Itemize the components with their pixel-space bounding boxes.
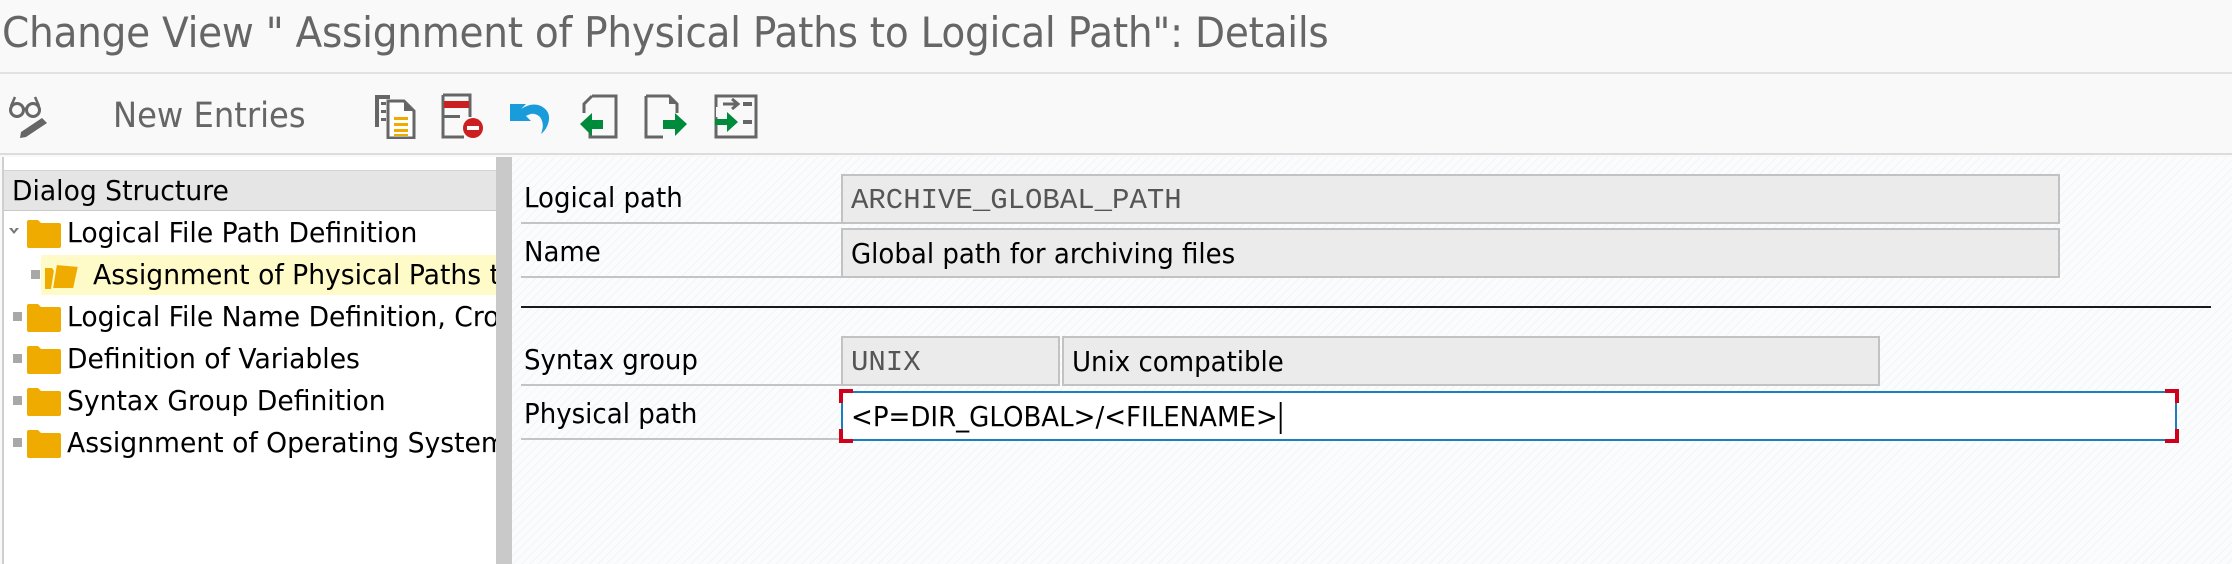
leaf-node-icon (13, 312, 22, 321)
title-bar: Change View " Assignment of Physical Pat… (0, 0, 2232, 74)
logical-path-label: Logical path (524, 181, 683, 214)
physical-path-value: <P=DIR_GLOBAL>/<FILENAME> (851, 400, 1278, 433)
next-entry-icon (644, 94, 687, 138)
syntax-group-description-field: Unix compatible (1062, 336, 1880, 386)
tree-item-label: Logical File Path Definition (67, 216, 418, 249)
chevron-down-icon[interactable] (8, 226, 20, 236)
tree-item-label: Syntax Group Definition (67, 384, 386, 417)
leaf-node-icon (13, 396, 22, 405)
new-entries-button[interactable]: New Entries (113, 76, 318, 155)
syntax-group-label: Syntax group (524, 343, 698, 376)
copy-document-icon (375, 94, 416, 139)
leaf-node-icon (31, 270, 40, 279)
tree-item-label: Assignment of Operating System to Syntax… (67, 426, 496, 459)
physical-path-input[interactable]: <P=DIR_GLOBAL>/<FILENAME> (839, 389, 2179, 443)
logical-path-field[interactable]: ARCHIVE_GLOBAL_PATH (841, 174, 2060, 224)
tree-item-logical-file-path-definition[interactable]: Logical File Path Definition (4, 212, 496, 254)
focus-bracket (839, 389, 853, 403)
previous-entry-button[interactable] (575, 76, 621, 155)
tree-item-assignment-physical-paths[interactable]: Assignment of Physical Paths to Logical … (4, 254, 496, 296)
label-underline (521, 384, 841, 386)
tree-item-logical-file-name-definition[interactable]: Logical File Name Definition, Cross-Clie… (4, 296, 496, 338)
undo-icon (510, 103, 550, 134)
delete-button[interactable] (438, 76, 488, 155)
leaf-node-icon (13, 354, 22, 363)
section-separator (521, 306, 2211, 308)
logical-path-value: ARCHIVE_GLOBAL_PATH (851, 184, 1182, 217)
delete-row-icon (441, 93, 483, 138)
tree-item-label: Assignment of Physical Paths to Logical … (93, 258, 496, 291)
next-entry-button[interactable] (642, 76, 690, 155)
folder-icon (27, 304, 61, 332)
folder-icon (27, 346, 61, 374)
tree-item-syntax-group-definition[interactable]: Syntax Group Definition (4, 380, 496, 422)
tree-item-label: Logical File Name Definition, Cross-Clie… (67, 300, 496, 333)
application-toolbar: New Entries (0, 76, 2232, 155)
select-block-button[interactable] (712, 76, 760, 155)
folder-icon (27, 430, 61, 458)
tree-item-definition-of-variables[interactable]: Definition of Variables (4, 338, 496, 380)
new-entries-label: New Entries (113, 95, 306, 136)
name-value: Global path for archiving files (851, 237, 1236, 270)
label-underline (521, 276, 841, 278)
glasses-pencil-icon (9, 95, 47, 138)
dialog-structure-header: Dialog Structure (4, 170, 496, 211)
panel-splitter[interactable] (496, 157, 512, 564)
page-title: Change View " Assignment of Physical Pat… (2, 8, 1329, 57)
details-form: Logical path ARCHIVE_GLOBAL_PATH Name Gl… (512, 157, 2232, 564)
syntax-group-value: UNIX (851, 346, 921, 379)
folder-icon (27, 220, 61, 248)
folder-open-icon (45, 262, 80, 290)
name-field[interactable]: Global path for archiving files (841, 228, 2060, 278)
label-underline (521, 222, 841, 224)
label-underline (521, 438, 841, 440)
focus-bracket (839, 429, 853, 443)
syntax-group-field[interactable]: UNIX (841, 336, 1060, 386)
text-caret (1279, 402, 1282, 434)
focus-bracket (2165, 429, 2179, 443)
folder-icon (27, 388, 61, 416)
select-block-icon (714, 94, 758, 138)
previous-entry-icon (580, 94, 618, 138)
undo-button[interactable] (506, 76, 556, 155)
name-label: Name (524, 235, 601, 268)
dialog-structure-panel: Dialog Structure Logical File Path Defin… (2, 157, 496, 564)
display-change-button[interactable] (4, 76, 56, 155)
copy-as-button[interactable] (370, 76, 418, 155)
tree-item-assignment-operating-system[interactable]: Assignment of Operating System to Syntax… (4, 422, 496, 464)
syntax-group-description: Unix compatible (1072, 345, 1284, 378)
tree-item-label: Definition of Variables (67, 342, 360, 375)
physical-path-label: Physical path (524, 397, 698, 430)
focus-bracket (2165, 389, 2179, 403)
leaf-node-icon (13, 438, 22, 447)
dialog-structure-title: Dialog Structure (12, 174, 229, 207)
